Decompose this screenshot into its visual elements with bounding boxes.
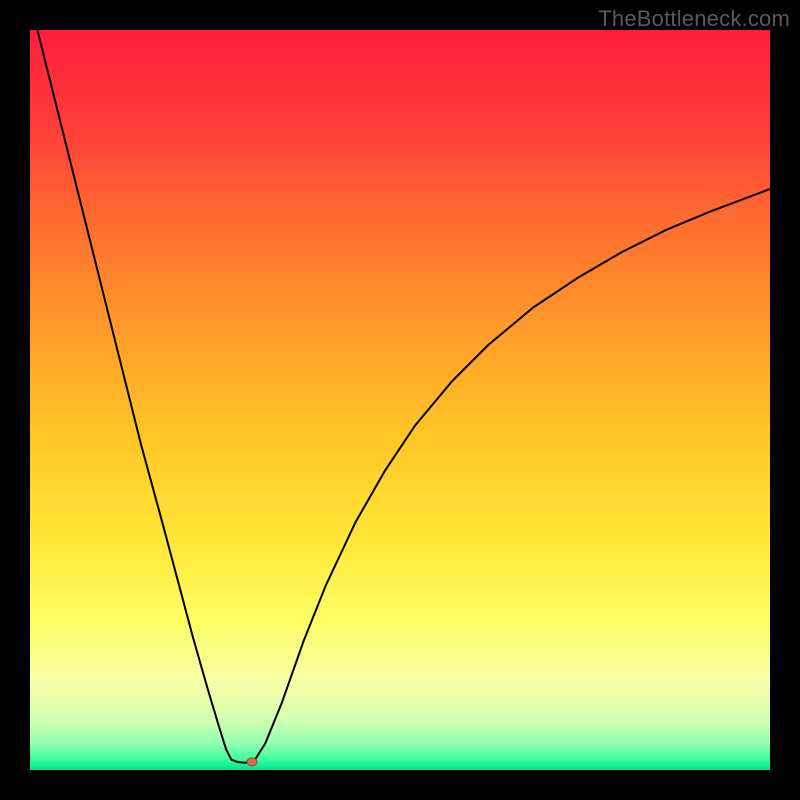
optimal-point-marker (247, 758, 257, 766)
curve-layer (30, 30, 770, 770)
plot-area (30, 30, 770, 770)
watermark-text: TheBottleneck.com (598, 6, 790, 32)
chart-frame: TheBottleneck.com (0, 0, 800, 800)
bottleneck-curve (37, 30, 770, 763)
